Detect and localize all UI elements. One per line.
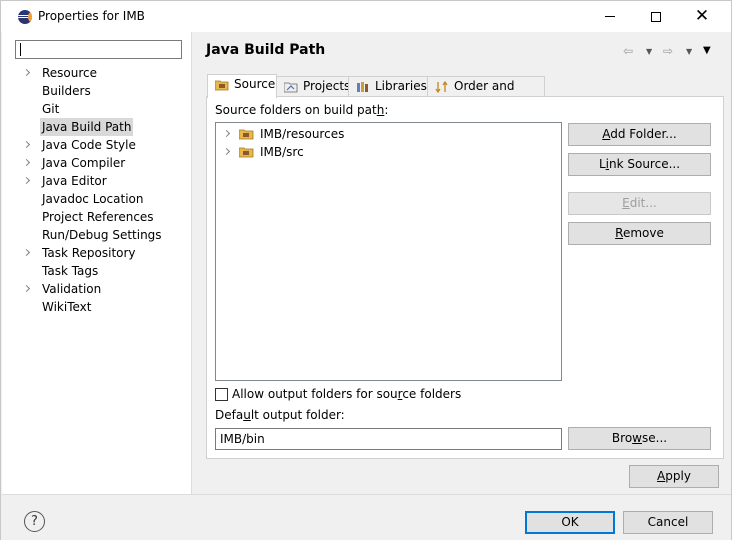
nav-item-run-debug-settings[interactable]: Run/Debug Settings (40, 226, 164, 244)
source-folders-label: Source folders on build path: (215, 103, 389, 117)
allow-output-folders-checkbox[interactable] (215, 388, 228, 401)
apply-button[interactable]: Apply (629, 465, 719, 488)
nav-item-java-compiler[interactable]: Java Compiler (40, 154, 127, 172)
dialog-footer: ? OK Cancel (2, 494, 731, 541)
back-arrow-icon[interactable]: ⇦ (623, 44, 633, 58)
expand-arrow-icon[interactable] (24, 64, 32, 82)
background-editor-strip (0, 540, 732, 555)
default-output-folder-label: Default output folder: (215, 408, 345, 422)
source-folder-icon (215, 80, 229, 91)
nav-item-resource[interactable]: Resource (40, 64, 99, 82)
nav-item-builders[interactable]: Builders (40, 82, 93, 100)
minimize-icon (605, 16, 615, 17)
forward-arrow-icon[interactable]: ⇨ (663, 44, 673, 58)
default-output-folder-field[interactable]: IMB/bin (215, 428, 562, 450)
forward-menu-chevron-icon[interactable]: ▼ (686, 47, 692, 61)
minimize-button[interactable] (587, 1, 633, 32)
nav-item-git[interactable]: Git (40, 100, 61, 118)
tab-source[interactable]: Source (207, 74, 277, 98)
maximize-icon (651, 11, 661, 22)
nav-item-validation[interactable]: Validation (40, 280, 103, 298)
libraries-icon (357, 82, 368, 92)
browse-button[interactable]: Browse... (568, 427, 711, 450)
properties-nav: Resource Builders Git Java Build Path Ja… (2, 32, 192, 494)
properties-dialog: Properties for IMB ✕ Resource Builders G… (0, 0, 732, 541)
nav-item-project-references[interactable]: Project References (40, 208, 156, 226)
expand-arrow-icon[interactable] (222, 129, 231, 138)
maximize-button[interactable] (633, 1, 679, 32)
close-button[interactable]: ✕ (679, 1, 725, 32)
cancel-button[interactable]: Cancel (623, 511, 713, 534)
source-folders-tree[interactable]: IMB/resources IMB/src (215, 122, 562, 381)
nav-item-javadoc-location[interactable]: Javadoc Location (40, 190, 145, 208)
ok-button[interactable]: OK (525, 511, 615, 534)
expand-arrow-icon[interactable] (24, 172, 32, 190)
build-path-page: Java Build Path ⇦ ▼ ⇨ ▼ ▼ Source Project… (193, 32, 731, 494)
view-menu-icon[interactable]: ▼ (703, 45, 711, 59)
back-menu-chevron-icon[interactable]: ▼ (646, 47, 652, 61)
expand-arrow-icon[interactable] (24, 280, 32, 298)
window-title: Properties for IMB (38, 9, 145, 23)
edit-button[interactable]: Edit... (568, 192, 711, 215)
expand-arrow-icon[interactable] (24, 136, 32, 154)
close-icon: ✕ (694, 6, 710, 26)
nav-item-wikitext[interactable]: WikiText (40, 298, 94, 316)
source-folder-icon (239, 147, 254, 158)
filter-input[interactable] (15, 40, 182, 59)
nav-item-task-tags[interactable]: Task Tags (40, 262, 100, 280)
nav-item-task-repository[interactable]: Task Repository (40, 244, 138, 262)
expand-arrow-icon[interactable] (222, 147, 231, 156)
link-source-button[interactable]: Link Source... (568, 153, 711, 176)
expand-arrow-icon[interactable] (24, 244, 32, 262)
source-folder-icon (239, 129, 254, 140)
order-export-icon (435, 81, 448, 93)
projects-icon (284, 82, 298, 93)
nav-item-java-editor[interactable]: Java Editor (40, 172, 109, 190)
nav-item-java-code-style[interactable]: Java Code Style (40, 136, 138, 154)
page-title: Java Build Path (206, 42, 326, 58)
source-tab-panel: Source folders on build path: IMB/resour… (206, 96, 724, 459)
expand-arrow-icon[interactable] (24, 154, 32, 172)
allow-output-folders-label[interactable]: Allow output folders for source folders (232, 387, 461, 401)
remove-button[interactable]: Remove (568, 222, 711, 245)
nav-item-java-build-path[interactable]: Java Build Path (40, 118, 134, 136)
eclipse-logo-icon (18, 10, 32, 24)
title-bar: Properties for IMB ✕ (1, 1, 731, 32)
help-icon[interactable]: ? (24, 511, 45, 532)
text-caret (20, 43, 21, 56)
tab-libraries[interactable]: Libraries (348, 76, 428, 97)
tab-projects[interactable]: Projects (276, 76, 350, 97)
add-folder-button[interactable]: Add Folder... (568, 123, 711, 146)
tab-order-and-export[interactable]: Order and Export (427, 76, 545, 112)
